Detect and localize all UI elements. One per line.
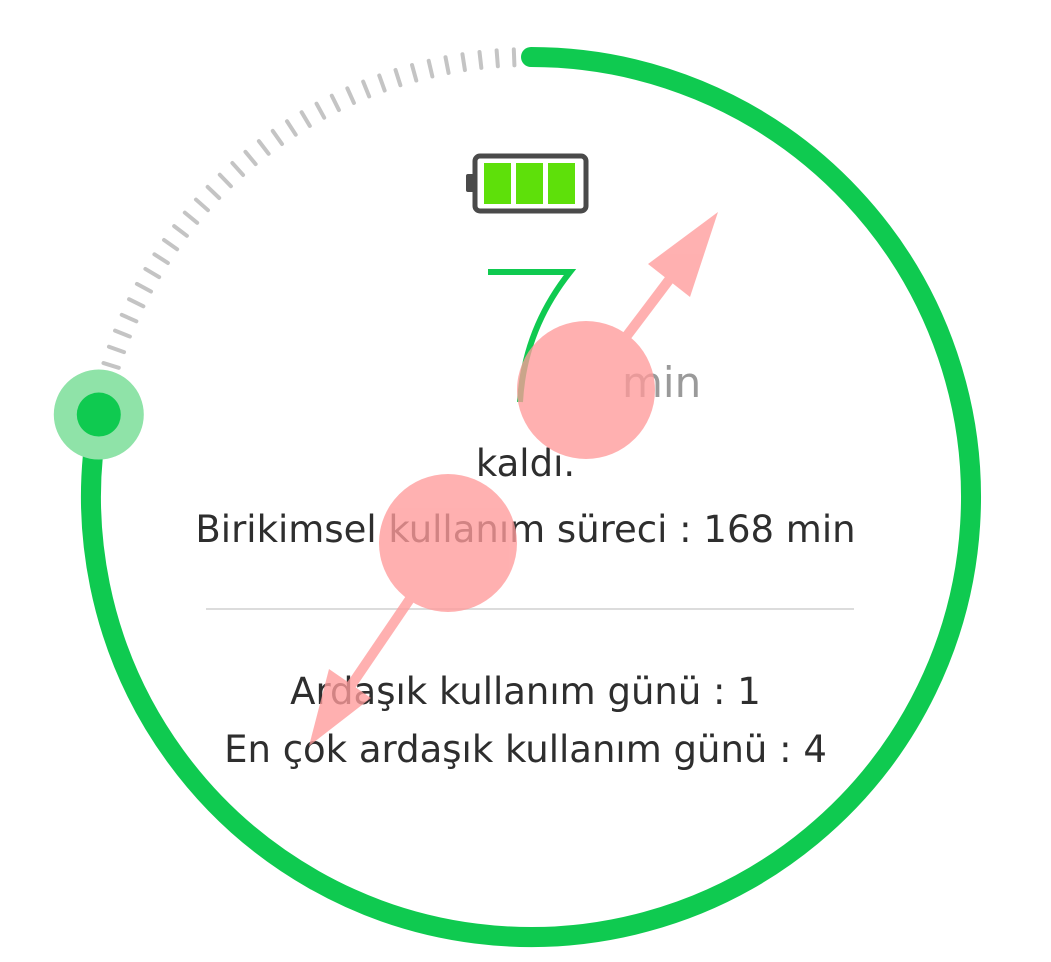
remaining-label: kaldı. — [475, 442, 576, 485]
remaining-value — [488, 269, 577, 403]
tick-mark — [182, 210, 200, 225]
tick-mark — [477, 49, 484, 70]
tick-mark — [377, 73, 387, 93]
tick-mark — [172, 224, 189, 238]
tick-mark — [314, 101, 327, 120]
battery-icon — [466, 153, 589, 214]
tick-mark — [119, 312, 139, 324]
tick-mark — [162, 238, 180, 252]
tick-mark — [494, 48, 500, 69]
tick-mark — [113, 328, 132, 339]
divider — [206, 608, 854, 610]
tick-mark — [127, 297, 146, 309]
tick-mark — [256, 139, 271, 156]
tick-mark — [134, 281, 153, 294]
tick-mark — [243, 149, 258, 167]
tick-mark — [217, 172, 233, 189]
tick-mark — [270, 128, 284, 146]
tick-mark — [393, 67, 403, 88]
tick-mark — [361, 79, 372, 99]
tick-mark — [329, 93, 341, 113]
cumulative-usage-text: Birikimsel kullanım süreci : 168 min — [195, 508, 856, 551]
tick-mark — [460, 52, 467, 73]
tick-mark — [143, 266, 162, 280]
tick-mark — [101, 361, 121, 370]
tick-mark — [230, 161, 246, 177]
remaining-value-glyph — [488, 269, 577, 403]
tick-mark — [193, 197, 210, 213]
tick-mark — [511, 47, 517, 68]
tick-mark — [410, 63, 419, 83]
tick-mark — [345, 86, 356, 105]
tick-mark — [106, 344, 127, 355]
tick-mark — [443, 55, 451, 75]
tick-mark — [152, 252, 170, 265]
tick-mark — [299, 110, 312, 128]
consecutive-days-text: Ardaşık kullanım günü : 1 — [290, 670, 761, 713]
tick-mark — [285, 119, 298, 137]
remaining-unit: min — [622, 358, 702, 407]
remaining-tick-marks — [96, 47, 517, 386]
max-consecutive-days-text: En çok ardaşık kullanım günü : 4 — [224, 728, 827, 771]
dial-handle-knob[interactable] — [76, 392, 121, 437]
tick-mark — [426, 58, 435, 79]
tick-mark — [205, 184, 222, 200]
